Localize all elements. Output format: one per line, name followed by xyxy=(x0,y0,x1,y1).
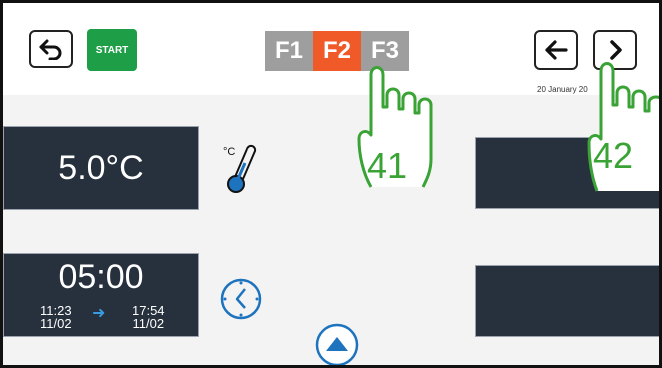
back-button[interactable] xyxy=(29,30,73,68)
start-button-label: START xyxy=(95,44,129,56)
clock-icon xyxy=(217,275,265,323)
temperature-value: 5.0°C xyxy=(58,148,144,187)
scroll-up-button[interactable] xyxy=(313,321,361,365)
thermometer-icon: °C xyxy=(221,143,261,195)
chevron-right-icon xyxy=(610,40,622,60)
arrow-right-icon: ➜ xyxy=(92,305,106,322)
timer-start: 11:23 11/02 xyxy=(40,304,72,330)
temperature-panel[interactable]: 5.0°C xyxy=(3,126,199,210)
previous-button[interactable] xyxy=(534,30,578,70)
timer-end: 17:54 11/02 xyxy=(132,304,165,330)
tab-f1[interactable]: F1 xyxy=(265,31,313,71)
oven-screen: START F1 F2 F3 20 January 20 5.0°C °C 05… xyxy=(0,0,662,368)
right-value-panel-bottom[interactable] xyxy=(475,265,659,337)
arrow-up-circle-icon xyxy=(315,323,359,365)
arrow-left-icon xyxy=(545,40,568,60)
tab-f2-label: F2 xyxy=(322,37,351,64)
top-bar: START F1 F2 F3 20 January 20 xyxy=(3,3,659,95)
date-label: 20 January 20 xyxy=(537,85,588,94)
timer-duration: 05:00 xyxy=(58,258,144,296)
timer-panel[interactable]: 05:00 11:23 11/02 ➜ 17:54 11/02 xyxy=(3,253,199,337)
callout-41-label: 41 xyxy=(367,145,408,186)
temperature-unit-label: °C xyxy=(223,146,235,158)
start-button[interactable]: START xyxy=(87,29,137,71)
timer-start-date: 11/02 xyxy=(40,316,72,331)
tab-f3-label: F3 xyxy=(370,37,399,64)
tab-f1-label: F1 xyxy=(274,37,303,64)
back-arrow-icon xyxy=(39,39,62,60)
callout-42-label: 42 xyxy=(593,135,634,176)
timer-end-date: 11/02 xyxy=(132,316,165,331)
